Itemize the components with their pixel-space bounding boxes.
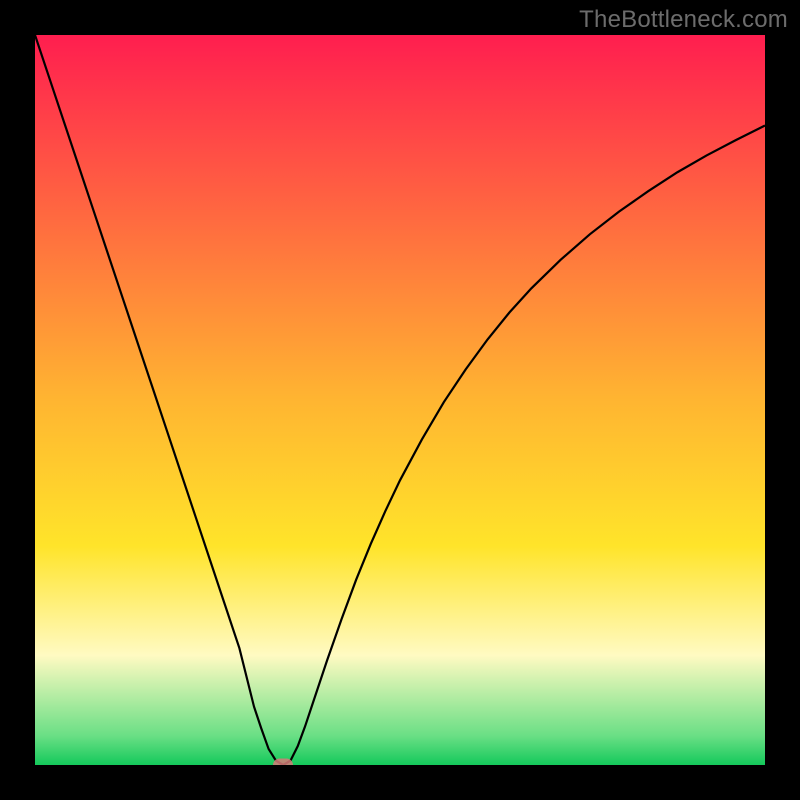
watermark-text: TheBottleneck.com: [579, 6, 788, 34]
bottleneck-curve: [35, 35, 765, 765]
plot-area: [35, 35, 765, 765]
optimal-marker: [273, 759, 293, 766]
chart-frame: TheBottleneck.com: [0, 0, 800, 800]
